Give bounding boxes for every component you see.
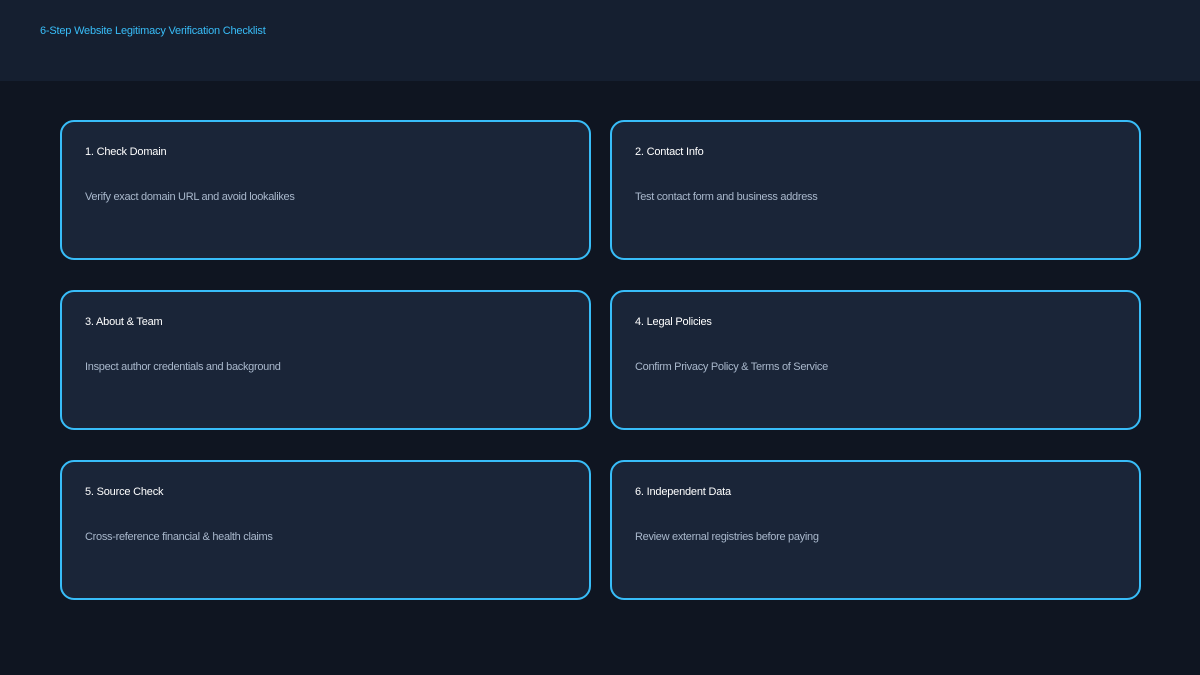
step-card-check-domain[interactable]: 1. Check Domain Verify exact domain URL … bbox=[60, 120, 591, 260]
step-description: Confirm Privacy Policy & Terms of Servic… bbox=[635, 361, 828, 373]
step-title: 5. Source Check bbox=[85, 486, 164, 498]
step-card-contact-info[interactable]: 2. Contact Info Test contact form and bu… bbox=[610, 120, 1141, 260]
step-card-independent-data[interactable]: 6. Independent Data Review external regi… bbox=[610, 460, 1141, 600]
step-card-about-team[interactable]: 3. About & Team Inspect author credentia… bbox=[60, 290, 591, 430]
step-title: 6. Independent Data bbox=[635, 486, 731, 498]
step-description: Verify exact domain URL and avoid lookal… bbox=[85, 191, 295, 203]
step-title: 4. Legal Policies bbox=[635, 316, 712, 328]
step-card-legal-policies[interactable]: 4. Legal Policies Confirm Privacy Policy… bbox=[610, 290, 1141, 430]
step-title: 3. About & Team bbox=[85, 316, 163, 328]
step-card-source-check[interactable]: 5. Source Check Cross-reference financia… bbox=[60, 460, 591, 600]
checklist-grid: 1. Check Domain Verify exact domain URL … bbox=[60, 120, 1141, 600]
step-description: Test contact form and business address bbox=[635, 191, 818, 203]
step-description: Review external registries before paying bbox=[635, 531, 819, 543]
page-title: 6-Step Website Legitimacy Verification C… bbox=[40, 25, 266, 37]
step-title: 1. Check Domain bbox=[85, 146, 167, 158]
step-title: 2. Contact Info bbox=[635, 146, 704, 158]
step-description: Inspect author credentials and backgroun… bbox=[85, 361, 281, 373]
header-bar: 6-Step Website Legitimacy Verification C… bbox=[0, 0, 1200, 81]
step-description: Cross-reference financial & health claim… bbox=[85, 531, 273, 543]
